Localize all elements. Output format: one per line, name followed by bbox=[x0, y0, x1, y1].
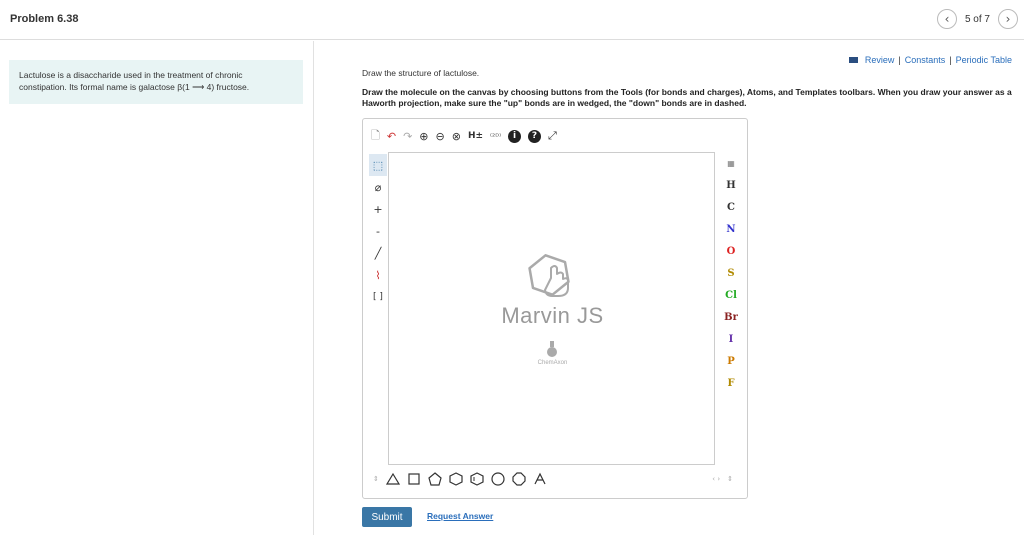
scroll-lr-icon[interactable]: ‹ › bbox=[712, 471, 720, 487]
drawing-canvas[interactable]: Marvin JS ChemAxon bbox=[388, 152, 715, 465]
atom-c[interactable]: C bbox=[718, 196, 744, 218]
layout-2d-icon[interactable]: ⁽²ᴰ⁾ bbox=[490, 128, 501, 144]
resource-links: Review | Constants | Periodic Table bbox=[848, 55, 1012, 65]
info-line-1: Lactulose is a disaccharide used in the … bbox=[19, 70, 243, 80]
marvin-editor: 🗋 ↶ ↷ ⊕ ⊖ ⊗ H± ⁽²ᴰ⁾ i ? ⤢ ⬚ ⌀ + - ╱ ⌇ [ … bbox=[362, 118, 748, 499]
cyclooctane-icon[interactable] bbox=[512, 472, 526, 486]
link-separator: | bbox=[898, 55, 901, 65]
next-button[interactable]: › bbox=[998, 9, 1018, 29]
atoms-toolbar: ▦ H C N O S Cl Br I P F bbox=[718, 152, 744, 394]
submit-button[interactable]: Submit bbox=[362, 507, 412, 527]
template-chair-icon[interactable] bbox=[533, 472, 547, 486]
prev-button[interactable]: ‹ bbox=[936, 9, 957, 29]
atom-o[interactable]: O bbox=[718, 240, 744, 262]
new-document-icon[interactable]: 🗋 bbox=[371, 128, 380, 144]
cyclohexane-icon[interactable] bbox=[449, 472, 463, 486]
constants-link[interactable]: Constants bbox=[905, 55, 946, 65]
select-icon[interactable]: ⬚ bbox=[369, 154, 387, 176]
redo-icon[interactable]: ↷ bbox=[403, 128, 412, 144]
atom-i[interactable]: I bbox=[718, 328, 744, 350]
cycloheptane-icon[interactable] bbox=[491, 472, 505, 486]
benzene-icon[interactable] bbox=[470, 472, 484, 486]
expand-icon[interactable]: ⤢ bbox=[548, 128, 557, 144]
right-panel: Review | Constants | Periodic Table Draw… bbox=[315, 41, 1024, 535]
scroll-ud-icon[interactable]: ⇕ bbox=[727, 471, 733, 487]
problem-title: Problem 6.38 bbox=[10, 13, 79, 25]
top-toolbar: 🗋 ↶ ↷ ⊕ ⊖ ⊗ H± ⁽²ᴰ⁾ i ? ⤢ bbox=[371, 128, 557, 144]
book-icon bbox=[848, 57, 858, 63]
link-separator: | bbox=[949, 55, 952, 65]
atom-s[interactable]: S bbox=[718, 262, 744, 284]
top-bar: Problem 6.38 ‹ 5 of 7 › bbox=[0, 0, 1024, 40]
atom-n[interactable]: N bbox=[718, 218, 744, 240]
atom-br[interactable]: Br bbox=[718, 306, 744, 328]
zoom-out-icon[interactable]: ⊖ bbox=[436, 128, 445, 144]
left-panel: Lactulose is a disaccharide used in the … bbox=[0, 41, 314, 535]
problem-info-box: Lactulose is a disaccharide used in the … bbox=[9, 60, 303, 104]
review-link[interactable]: Review bbox=[865, 55, 895, 65]
cyclopropane-icon[interactable] bbox=[385, 472, 400, 486]
atom-h[interactable]: H bbox=[718, 174, 744, 196]
plus-charge-icon[interactable]: + bbox=[369, 198, 387, 220]
marvin-logo-text: Marvin JS bbox=[501, 303, 604, 328]
undo-icon[interactable]: ↶ bbox=[387, 128, 396, 144]
help-icon[interactable]: ? bbox=[528, 129, 542, 143]
bracket-icon[interactable]: [ ] bbox=[369, 286, 387, 308]
info-icon[interactable]: i bbox=[508, 129, 522, 143]
periodic-table-icon[interactable]: ▦ bbox=[718, 152, 744, 174]
minus-charge-icon[interactable]: - bbox=[369, 220, 387, 242]
marvin-logo: Marvin JS ChemAxon bbox=[389, 153, 716, 466]
cyclobutane-icon[interactable] bbox=[407, 472, 421, 486]
erase-icon[interactable]: ⌀ bbox=[369, 176, 387, 198]
atom-f[interactable]: F bbox=[718, 372, 744, 394]
question-prompt: Draw the structure of lactulose. bbox=[362, 68, 480, 78]
clean-icon[interactable]: ⊗ bbox=[452, 128, 461, 144]
problem-nav: ‹ 5 of 7 › bbox=[936, 9, 1018, 29]
info-line-2: constipation. Its formal name is galacto… bbox=[19, 82, 250, 92]
atom-cl[interactable]: Cl bbox=[718, 284, 744, 306]
chemaxon-logo-text: ChemAxon bbox=[537, 360, 568, 366]
chain-icon[interactable]: ⌇ bbox=[369, 264, 387, 286]
cyclopentane-icon[interactable] bbox=[428, 472, 442, 486]
templates-toolbar: ⇕ ‹ › ⇕ bbox=[373, 469, 733, 489]
single-bond-icon[interactable]: ╱ bbox=[369, 242, 387, 264]
question-instructions: Draw the molecule on the canvas by choos… bbox=[362, 87, 1012, 108]
left-toolbar: ⬚ ⌀ + - ╱ ⌇ [ ] bbox=[369, 154, 387, 308]
zoom-in-icon[interactable]: ⊕ bbox=[419, 128, 428, 144]
hydrogens-icon[interactable]: H± bbox=[468, 128, 483, 144]
atom-p[interactable]: P bbox=[718, 350, 744, 372]
page-count: 5 of 7 bbox=[964, 13, 990, 25]
scroll-arrows-icon[interactable]: ⇕ bbox=[373, 471, 379, 487]
periodic-table-link[interactable]: Periodic Table bbox=[956, 55, 1012, 65]
request-answer-link[interactable]: Request Answer bbox=[427, 511, 493, 521]
